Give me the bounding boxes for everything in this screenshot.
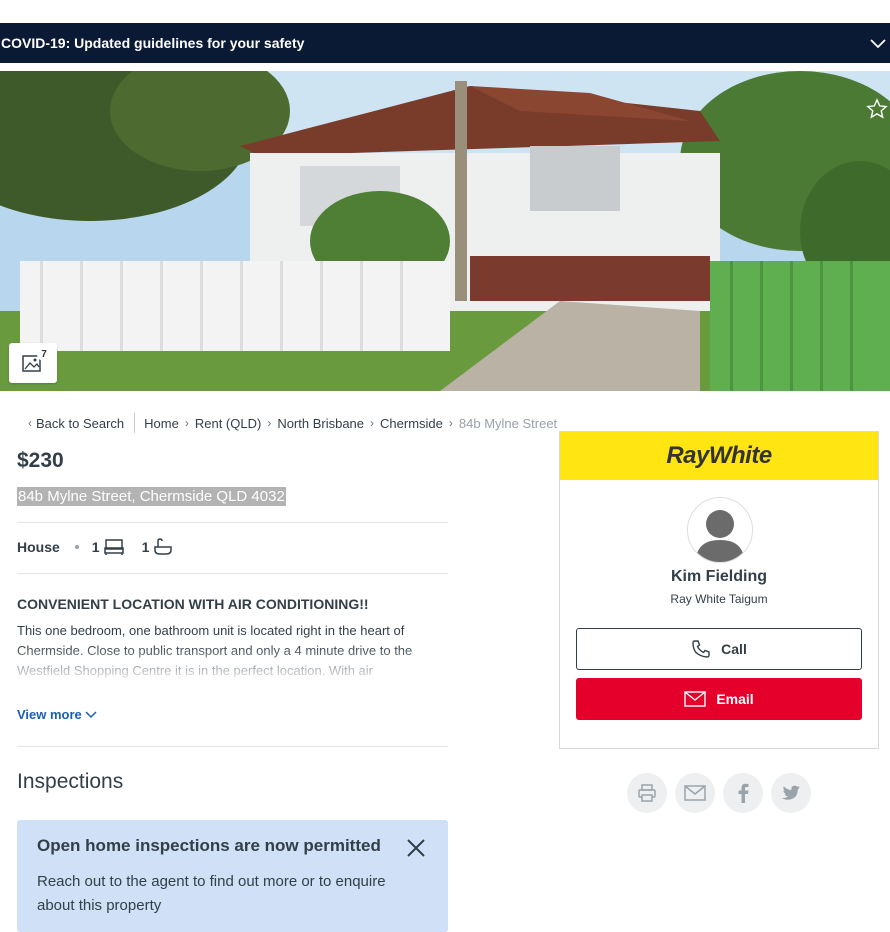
bed-icon [103,539,124,555]
favourite-star-icon[interactable] [866,98,888,120]
print-button[interactable] [627,773,667,813]
facebook-icon [738,783,749,803]
twitter-share-button[interactable] [771,773,811,813]
notice-heading: Open home inspections are now permitted [37,836,381,855]
breadcrumb: ‹ Back to Search Home › Rent (QLD) › Nor… [22,413,557,433]
bathroom-count: 1 [141,539,150,555]
bedroom-count: 1 [91,539,100,555]
chevron-left-icon: ‹ [28,416,32,430]
share-bar [627,773,811,813]
agent-name[interactable]: Kim Fielding [560,568,878,586]
listing-headline: CONVENIENT LOCATION WITH AIR CONDITIONIN… [17,596,369,612]
email-share-button[interactable] [675,773,715,813]
call-button[interactable]: Call [576,628,862,670]
house-photo [0,71,890,391]
email-label: Email [716,691,754,707]
hero-photo[interactable]: 7 [0,71,890,391]
breadcrumb-divider [134,413,136,433]
property-type: House [17,539,60,555]
listing-address: 84b Mylne Street, Chermside QLD 4032 [17,487,286,506]
breadcrumb-current: 84b Mylne Street [458,415,558,431]
agency-banner[interactable]: RayWhite [560,432,878,480]
envelope-icon [684,691,707,707]
phone-icon [692,640,710,658]
agent-card: RayWhite Kim Fielding Ray White Taigum C… [559,431,879,749]
bedrooms-feature: 1 [92,538,124,556]
divider [17,522,448,523]
call-label: Call [721,641,747,657]
divider [17,746,448,747]
agent-avatar[interactable] [687,497,753,563]
agent-agency: Ray White Taigum [670,592,768,606]
bathrooms-feature: 1 [142,538,174,556]
notice-body: Reach out to the agent to find out more … [37,873,386,914]
bath-icon [154,538,173,555]
inspections-heading: Inspections [17,770,124,793]
chevron-right-icon: › [267,416,272,430]
breadcrumb-north-brisbane[interactable]: North Brisbane [277,416,364,431]
property-features: House 1 1 [17,538,191,556]
photo-count-badge: 7 [37,347,51,361]
chevron-right-icon: › [448,416,453,430]
inspections-notice: Open home inspections are now permitted … [17,820,448,932]
separator-dot [74,545,79,549]
listing-price: $230 [17,449,64,472]
back-to-search-link[interactable]: Back to Search [36,416,124,431]
covid-banner[interactable]: COVID-19: Updated guidelines for your sa… [0,23,890,63]
description-fade [17,645,447,685]
breadcrumb-rent-qld[interactable]: Rent (QLD) [195,416,261,431]
close-icon[interactable] [406,838,426,858]
chevron-right-icon: › [370,416,375,430]
email-share-icon [684,785,706,801]
gallery-button[interactable]: 7 [9,343,57,383]
person-silhouette-icon [696,510,744,562]
chevron-right-icon: › [184,416,189,430]
agency-logo: RayWhite [666,442,772,469]
view-more-label: View more [17,707,82,722]
chevron-down-icon [85,710,97,718]
view-more-link[interactable]: View more [17,707,97,722]
email-button[interactable]: Email [576,678,862,720]
divider [17,573,448,574]
breadcrumb-chermside[interactable]: Chermside [380,416,443,431]
chevron-down-icon[interactable] [869,34,887,52]
twitter-icon [782,785,800,800]
breadcrumb-home[interactable]: Home [144,416,179,431]
print-icon [638,784,656,802]
facebook-share-button[interactable] [723,773,763,813]
covid-banner-text: COVID-19: Updated guidelines for your sa… [1,35,305,51]
